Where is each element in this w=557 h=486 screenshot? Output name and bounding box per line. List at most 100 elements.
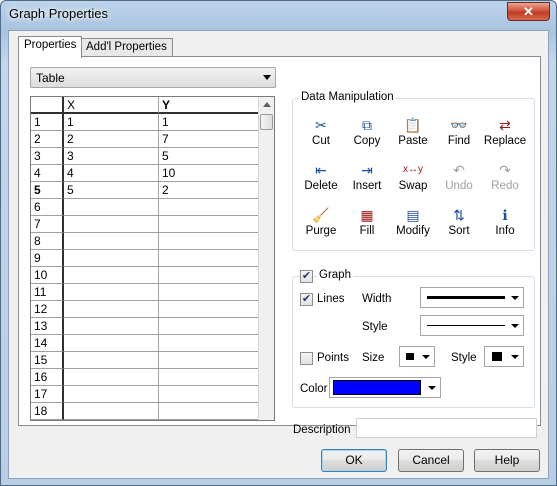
x-value-cell[interactable] [64,386,159,403]
point-size-select[interactable] [399,346,435,367]
x-value-cell[interactable] [64,233,159,250]
y-value-cell[interactable] [159,250,259,267]
row-number-cell[interactable]: 7 [31,216,64,233]
x-value-cell[interactable] [64,403,159,420]
table-select[interactable]: Table [30,67,276,88]
row-number-cell[interactable]: 1 [31,114,64,131]
x-value-cell[interactable] [64,199,159,216]
y-value-cell[interactable]: 10 [159,165,259,182]
insert-column-icon: ⇥ [361,162,373,178]
sort-button[interactable]: ⇅ Sort [436,205,482,247]
y-value-cell[interactable] [159,284,259,301]
delete-column-icon: ⇤ [315,162,327,178]
row-number-cell[interactable]: 6 [31,199,64,216]
x-value-cell[interactable]: 5 [64,182,159,199]
tab-addl-properties[interactable]: Add'l Properties [80,38,173,57]
redo-button[interactable]: ↷ Redo [482,160,528,202]
line-style-select[interactable] [420,315,524,336]
row-number-cell[interactable]: 13 [31,318,64,335]
x-value-cell[interactable]: 2 [64,131,159,148]
swap-button[interactable]: x↔y Swap [390,160,436,202]
tab-properties[interactable]: Properties [18,36,83,58]
copy-button[interactable]: ⧉ Copy [344,115,390,157]
data-grid[interactable]: X Y 1 1 1 2 2 7 3 3 5 4 4 10 5 5 2 6 7 8 9 10 11 12 13 14 15 16 17… [30,96,275,421]
y-value-cell[interactable] [159,403,259,420]
color-swatch [333,380,421,395]
row-number-cell[interactable]: 17 [31,386,64,403]
fill-button[interactable]: ▦ Fill [344,205,390,247]
row-number-cell[interactable]: 2 [31,131,64,148]
y-value-cell[interactable]: 1 [159,114,259,131]
x-value-cell[interactable] [64,216,159,233]
y-value-cell[interactable]: 7 [159,131,259,148]
row-number-cell[interactable]: 3 [31,148,64,165]
cancel-button[interactable]: Cancel [398,449,464,472]
points-label: Points [317,352,349,364]
row-number-cell[interactable]: 16 [31,369,64,386]
x-value-cell[interactable]: 3 [64,148,159,165]
grid-corner-cell[interactable] [31,97,64,114]
color-select[interactable] [329,377,441,398]
dialog-client-area: Properties Add'l Properties Table X Y 11… [8,30,549,479]
x-value-cell[interactable] [64,284,159,301]
y-value-cell[interactable] [159,267,259,284]
replace-button[interactable]: ⇄ Replace [482,115,528,157]
modify-table-icon: ▤ [406,207,420,223]
close-button[interactable]: ✕ [507,2,550,21]
y-value-cell[interactable] [159,318,259,335]
y-value-cell[interactable] [159,352,259,369]
row-number-cell[interactable]: 8 [31,233,64,250]
scrollbar-thumb[interactable] [260,114,273,130]
scroll-up-arrow-icon[interactable] [263,102,271,107]
x-value-cell[interactable] [64,250,159,267]
purge-button[interactable]: 🧹 Purge [298,205,344,247]
row-number-cell[interactable]: 11 [31,284,64,301]
delete-button[interactable]: ⇤ Delete [298,160,344,202]
info-icon: ℹ [502,207,508,223]
cut-button[interactable]: ✂ Cut [298,115,344,157]
row-number-cell[interactable]: 15 [31,352,64,369]
row-number-cell[interactable]: 14 [31,335,64,352]
column-header-x[interactable]: X [64,97,159,114]
y-value-cell[interactable]: 5 [159,148,259,165]
graph-checkbox[interactable]: ✔ [300,270,313,283]
x-value-cell[interactable] [64,352,159,369]
row-number-cell[interactable]: 18 [31,403,64,420]
y-value-cell[interactable] [159,335,259,352]
x-value-cell[interactable] [64,335,159,352]
insert-button[interactable]: ⇥ Insert [344,160,390,202]
title-bar[interactable]: Graph Properties ✕ [1,1,556,27]
y-value-cell[interactable] [159,369,259,386]
line-width-select[interactable] [420,287,524,308]
lines-checkbox[interactable]: ✔ [300,293,313,306]
row-number-cell[interactable]: 5 [31,182,64,199]
x-value-cell[interactable] [64,369,159,386]
y-value-cell[interactable] [159,233,259,250]
x-value-cell[interactable] [64,267,159,284]
help-button[interactable]: Help [474,449,540,472]
y-value-cell[interactable] [159,301,259,318]
y-value-cell[interactable] [159,216,259,233]
undo-button[interactable]: ↶ Undo [436,160,482,202]
column-header-y[interactable]: Y [159,97,259,114]
ok-button[interactable]: OK [321,449,387,472]
row-number-cell[interactable]: 12 [31,301,64,318]
x-value-cell[interactable]: 4 [64,165,159,182]
row-number-cell[interactable]: 9 [31,250,64,267]
info-button[interactable]: ℹ Info [482,205,528,247]
row-number-cell[interactable]: 10 [31,267,64,284]
point-style-select[interactable] [484,346,524,367]
paste-button[interactable]: 📋 Paste [390,115,436,157]
x-value-cell[interactable] [64,318,159,335]
y-value-cell[interactable]: 2 [159,182,259,199]
find-button[interactable]: 👓 Find [436,115,482,157]
grid-vertical-scrollbar[interactable] [258,97,274,420]
description-input[interactable] [356,418,537,438]
y-value-cell[interactable] [159,199,259,216]
x-value-cell[interactable] [64,301,159,318]
modify-button[interactable]: ▤ Modify [390,205,436,247]
points-checkbox[interactable] [300,352,313,365]
x-value-cell[interactable]: 1 [64,114,159,131]
row-number-cell[interactable]: 4 [31,165,64,182]
y-value-cell[interactable] [159,386,259,403]
